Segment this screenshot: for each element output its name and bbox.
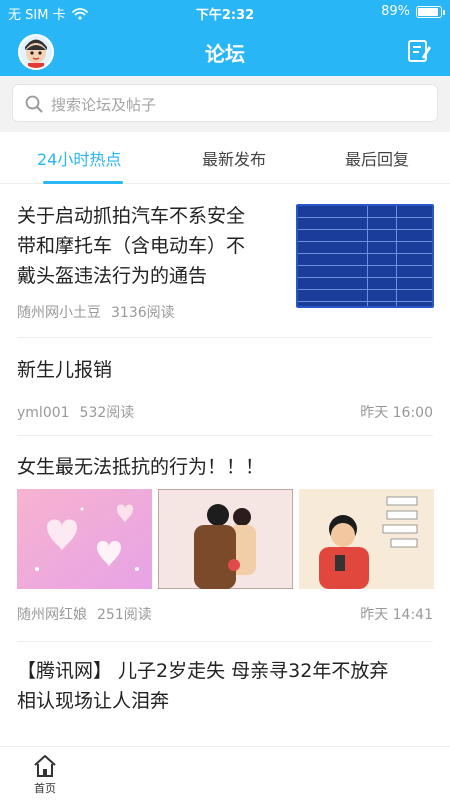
search-placeholder: 搜索论坛及帖子 <box>51 96 157 114</box>
post-title: 新生儿报销 <box>17 359 113 381</box>
battery-percent: 89% <box>381 4 410 19</box>
post-title-line: 【腾讯网】 儿子2岁走失 母亲寻32年不放弃 <box>17 660 389 682</box>
post-image <box>299 489 434 589</box>
page-title: 论坛 <box>205 42 245 66</box>
post-meta: 随州网小土豆 3136阅读 <box>17 302 175 322</box>
post-author: yml001 <box>17 405 70 421</box>
post-image-row <box>17 489 434 589</box>
top-navbar: 论坛 <box>0 26 450 76</box>
home-icon <box>34 755 56 777</box>
nav-home[interactable]: 首页 <box>28 753 62 795</box>
list-item[interactable]: 女生最无法抵抗的行为！！！ 随州网红娘 251阅读 昨天 14:41 <box>0 436 450 642</box>
battery-icon <box>416 5 445 18</box>
search-input[interactable]: 搜索论坛及帖子 <box>12 84 438 122</box>
post-reads: 532阅读 <box>79 405 135 421</box>
post-reads: 251阅读 <box>97 607 152 623</box>
phone-chat-image <box>299 489 434 589</box>
post-title-line: 带和摩托车（含电动车）不 <box>17 235 246 257</box>
post-title: 关于启动抓拍汽车不系安全 带和摩托车（含电动车）不 戴头盔违法行为的通告 <box>17 201 277 291</box>
post-meta: yml001 532阅读 <box>17 402 134 422</box>
scroll-fade <box>0 714 450 746</box>
list-item[interactable]: 新生儿报销 yml001 532阅读 昨天 16:00 <box>0 338 450 436</box>
couple-image <box>158 489 293 589</box>
post-title: 女生最无法抵抗的行为！！！ <box>17 456 265 478</box>
post-image <box>158 489 293 589</box>
tab-24h-hot[interactable]: 24小时热点 <box>37 146 121 170</box>
search-section: 搜索论坛及帖子 <box>0 76 450 132</box>
compose-icon[interactable] <box>406 38 432 64</box>
tab-last-reply[interactable]: 最后回复 <box>345 146 409 170</box>
post-author: 随州网红娘 <box>17 607 87 623</box>
status-bar: 无 SIM 卡 下午2:32 89% <box>0 0 450 26</box>
tab-latest[interactable]: 最新发布 <box>202 146 266 170</box>
hearts-image <box>17 489 152 589</box>
post-title-line: 戴头盔违法行为的通告 <box>17 265 208 287</box>
post-thumbnail <box>296 204 434 308</box>
post-title-line: 关于启动抓拍汽车不系安全 <box>17 205 246 227</box>
post-author: 随州网小土豆 <box>17 305 101 321</box>
thumb-col <box>298 206 368 306</box>
post-title: 【腾讯网】 儿子2岁走失 母亲寻32年不放弃 相认现场让人泪奔 <box>17 656 437 716</box>
post-image <box>17 489 152 589</box>
tab-bar: 24小时热点 最新发布 最后回复 <box>0 132 450 184</box>
post-time: 昨天 16:00 <box>360 405 433 421</box>
thumb-col <box>396 206 397 306</box>
battery-fill <box>418 7 438 16</box>
status-right: 89% <box>381 4 445 19</box>
post-meta: 随州网红娘 251阅读 <box>17 604 152 624</box>
bottom-navbar: 首页 <box>0 746 450 800</box>
active-tab-indicator <box>43 181 123 184</box>
post-title-line: 相认现场让人泪奔 <box>17 690 170 712</box>
list-item[interactable]: 关于启动抓拍汽车不系安全 带和摩托车（含电动车）不 戴头盔违法行为的通告 随州网… <box>0 186 450 338</box>
nav-home-label: 首页 <box>34 782 56 795</box>
post-time: 昨天 14:41 <box>360 607 433 623</box>
search-icon <box>25 95 43 113</box>
post-reads: 3136阅读 <box>111 305 175 321</box>
